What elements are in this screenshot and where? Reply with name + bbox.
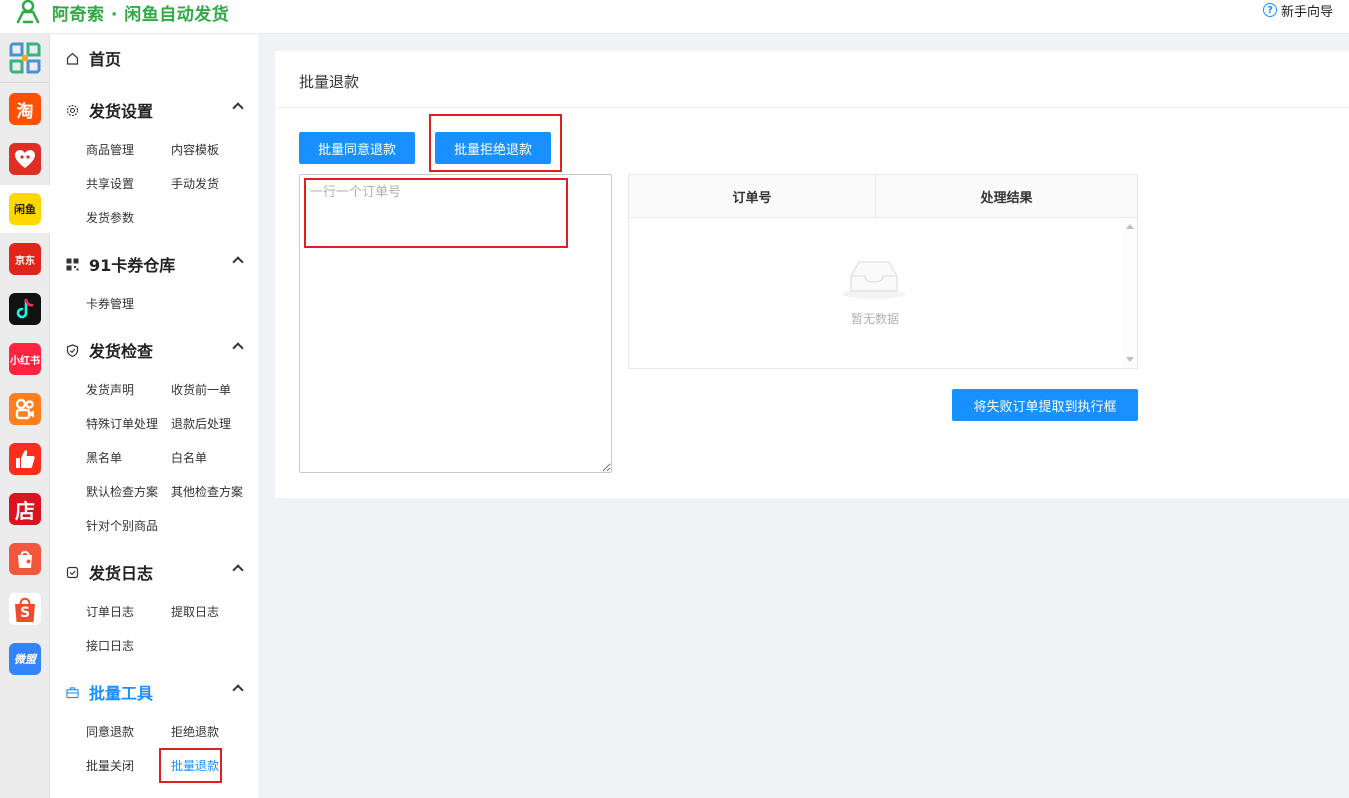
- platform-divider: [0, 82, 50, 83]
- platform-xianyu[interactable]: 闲鱼: [9, 193, 41, 225]
- sidebar: 首页 发货设置 商品管理 内容模板 共享设置 手动发货 发货参数 91卡券仓库 …: [50, 34, 258, 798]
- sidebar-group-card-warehouse[interactable]: 91卡券仓库: [50, 249, 258, 279]
- help-guide-link[interactable]: ? 新手向导: [1262, 0, 1333, 20]
- sidebar-item-agree-refund[interactable]: 同意退款: [86, 722, 134, 742]
- xiaohongshu-icon: 小红书: [10, 355, 40, 367]
- qr-code-icon: [66, 258, 79, 271]
- result-table: 订单号 处理结果 暂无数据: [628, 174, 1138, 369]
- shopee-letter: S: [19, 604, 31, 621]
- platform-dian[interactable]: 店: [9, 493, 41, 525]
- shopping-bag-icon: [18, 551, 32, 568]
- sidebar-group-label: 发货日志: [89, 564, 154, 583]
- sidebar-item-ship-params[interactable]: 发货参数: [86, 208, 134, 228]
- brand-logo-icon: [14, 0, 42, 24]
- sidebar-item-blacklist[interactable]: 黑名单: [86, 448, 122, 468]
- sidebar-item-order-log[interactable]: 订单日志: [86, 602, 134, 622]
- platform-jd[interactable]: 京东: [9, 243, 41, 275]
- xianyu-icon: 闲鱼: [14, 203, 36, 216]
- platform-shopee[interactable]: S: [9, 593, 41, 625]
- platform-kuaishou[interactable]: [9, 393, 41, 425]
- platform-pinduoduo[interactable]: [9, 143, 41, 175]
- platform-taobao[interactable]: 淘: [9, 93, 41, 125]
- empty-inbox-icon: [842, 261, 906, 299]
- log-icon: [66, 566, 79, 579]
- batch-agree-refund-button[interactable]: 批量同意退款: [299, 132, 415, 164]
- pinduoduo-icon: [15, 150, 35, 168]
- column-header-result: 处理结果: [980, 191, 1033, 206]
- platform-douyin[interactable]: [9, 293, 41, 325]
- sidebar-group-shipping-check[interactable]: 发货检查: [50, 335, 258, 365]
- empty-state-text: 暂无数据: [850, 312, 899, 326]
- batch-reject-refund-button[interactable]: 批量拒绝退款: [435, 132, 551, 164]
- sidebar-group-shipping-settings[interactable]: 发货设置: [50, 95, 258, 125]
- sidebar-item-extract-log[interactable]: 提取日志: [171, 602, 219, 622]
- page-title: 批量退款: [299, 73, 360, 91]
- gear-icon: [66, 104, 79, 117]
- sidebar-group-label: 发货检查: [89, 342, 154, 361]
- weimeng-icon: 微盟: [14, 653, 36, 666]
- sidebar-item-product-management[interactable]: 商品管理: [86, 140, 134, 160]
- sidebar-item-whitelist[interactable]: 白名单: [171, 448, 207, 468]
- sidebar-item-manual-ship[interactable]: 手动发货: [171, 174, 219, 194]
- sidebar-item-other-check[interactable]: 其他检查方案: [171, 482, 243, 502]
- question-circle-icon: ?: [1262, 3, 1277, 17]
- sidebar-group-batch-tools[interactable]: 批量工具: [50, 677, 258, 707]
- platform-dianzan[interactable]: [9, 443, 41, 475]
- table-scrollbar[interactable]: [1123, 218, 1137, 368]
- toolbox-icon: [66, 686, 79, 699]
- dian-icon: 店: [15, 498, 35, 523]
- sidebar-item-share-settings[interactable]: 共享设置: [86, 174, 134, 194]
- sidebar-home-label: 首页: [89, 50, 122, 69]
- jd-icon: 京东: [15, 255, 35, 267]
- column-header-order: 订单号: [732, 191, 772, 206]
- scroll-up-arrow-icon[interactable]: [1126, 224, 1134, 229]
- platform-weimeng[interactable]: 微盟: [9, 643, 41, 675]
- extract-failed-orders-button[interactable]: 将失败订单提取到执行框: [952, 389, 1138, 421]
- chevron-up-icon[interactable]: [232, 102, 244, 114]
- table-body: 暂无数据: [629, 218, 1137, 368]
- platform-youzan[interactable]: [9, 543, 41, 575]
- thumbs-up-icon: [16, 450, 35, 468]
- sidebar-item-batch-refund[interactable]: 批量退款: [171, 756, 219, 776]
- sidebar-item-api-log[interactable]: 接口日志: [86, 636, 134, 656]
- sidebar-group-label: 批量工具: [89, 684, 154, 703]
- douyin-icon: [16, 298, 34, 319]
- order-numbers-input[interactable]: [299, 174, 612, 473]
- chevron-up-icon[interactable]: [232, 256, 244, 268]
- sidebar-item-batch-close[interactable]: 批量关闭: [86, 756, 134, 776]
- brand[interactable]: 阿奇索 · 闲鱼自动发货: [14, 0, 230, 25]
- sidebar-item-post-refund[interactable]: 退款后处理: [171, 414, 231, 434]
- platform-strip: 淘 闲鱼 京东 小红书 店 S 微盟: [0, 34, 50, 798]
- shield-icon: [66, 343, 79, 357]
- title-divider: [275, 107, 1349, 108]
- platform-xiaohongshu[interactable]: 小红书: [9, 343, 41, 375]
- home-icon: [66, 52, 79, 65]
- sidebar-item-pre-receipt[interactable]: 收货前一单: [171, 380, 231, 400]
- table-header: 订单号 处理结果: [629, 175, 1137, 218]
- sidebar-item-ship-statement[interactable]: 发货声明: [86, 380, 134, 400]
- help-guide-label: 新手向导: [1280, 4, 1333, 20]
- sidebar-item-content-template[interactable]: 内容模板: [171, 140, 219, 160]
- grid-app-icon: [9, 42, 41, 74]
- sidebar-item-home[interactable]: 首页: [50, 43, 258, 73]
- kuaishou-icon: [15, 398, 34, 420]
- platform-qr[interactable]: [9, 42, 41, 74]
- scroll-down-arrow-icon[interactable]: [1126, 357, 1134, 362]
- sidebar-group-label: 91卡券仓库: [89, 256, 176, 275]
- taobao-icon: 淘: [16, 101, 34, 122]
- sidebar-group-label: 发货设置: [89, 102, 154, 121]
- batch-refund-card: 批量退款 批量同意退款 批量拒绝退款 订单号 处理结果 暂无数据 将失败订单提取…: [275, 51, 1349, 498]
- sidebar-item-default-check[interactable]: 默认检查方案: [86, 482, 158, 502]
- chevron-up-icon[interactable]: [232, 684, 244, 696]
- brand-title: 阿奇索 · 闲鱼自动发货: [52, 4, 230, 25]
- chevron-up-icon[interactable]: [232, 564, 244, 576]
- sidebar-item-card-management[interactable]: 卡券管理: [86, 294, 134, 314]
- sidebar-item-specific-products[interactable]: 针对个别商品: [86, 516, 158, 536]
- top-header: 阿奇索 · 闲鱼自动发货 ? 新手向导: [0, 0, 1349, 34]
- sidebar-item-special-orders[interactable]: 特殊订单处理: [86, 414, 158, 434]
- sidebar-group-shipping-logs[interactable]: 发货日志: [50, 557, 258, 587]
- sidebar-item-reject-refund[interactable]: 拒绝退款: [171, 722, 219, 742]
- chevron-up-icon[interactable]: [232, 342, 244, 354]
